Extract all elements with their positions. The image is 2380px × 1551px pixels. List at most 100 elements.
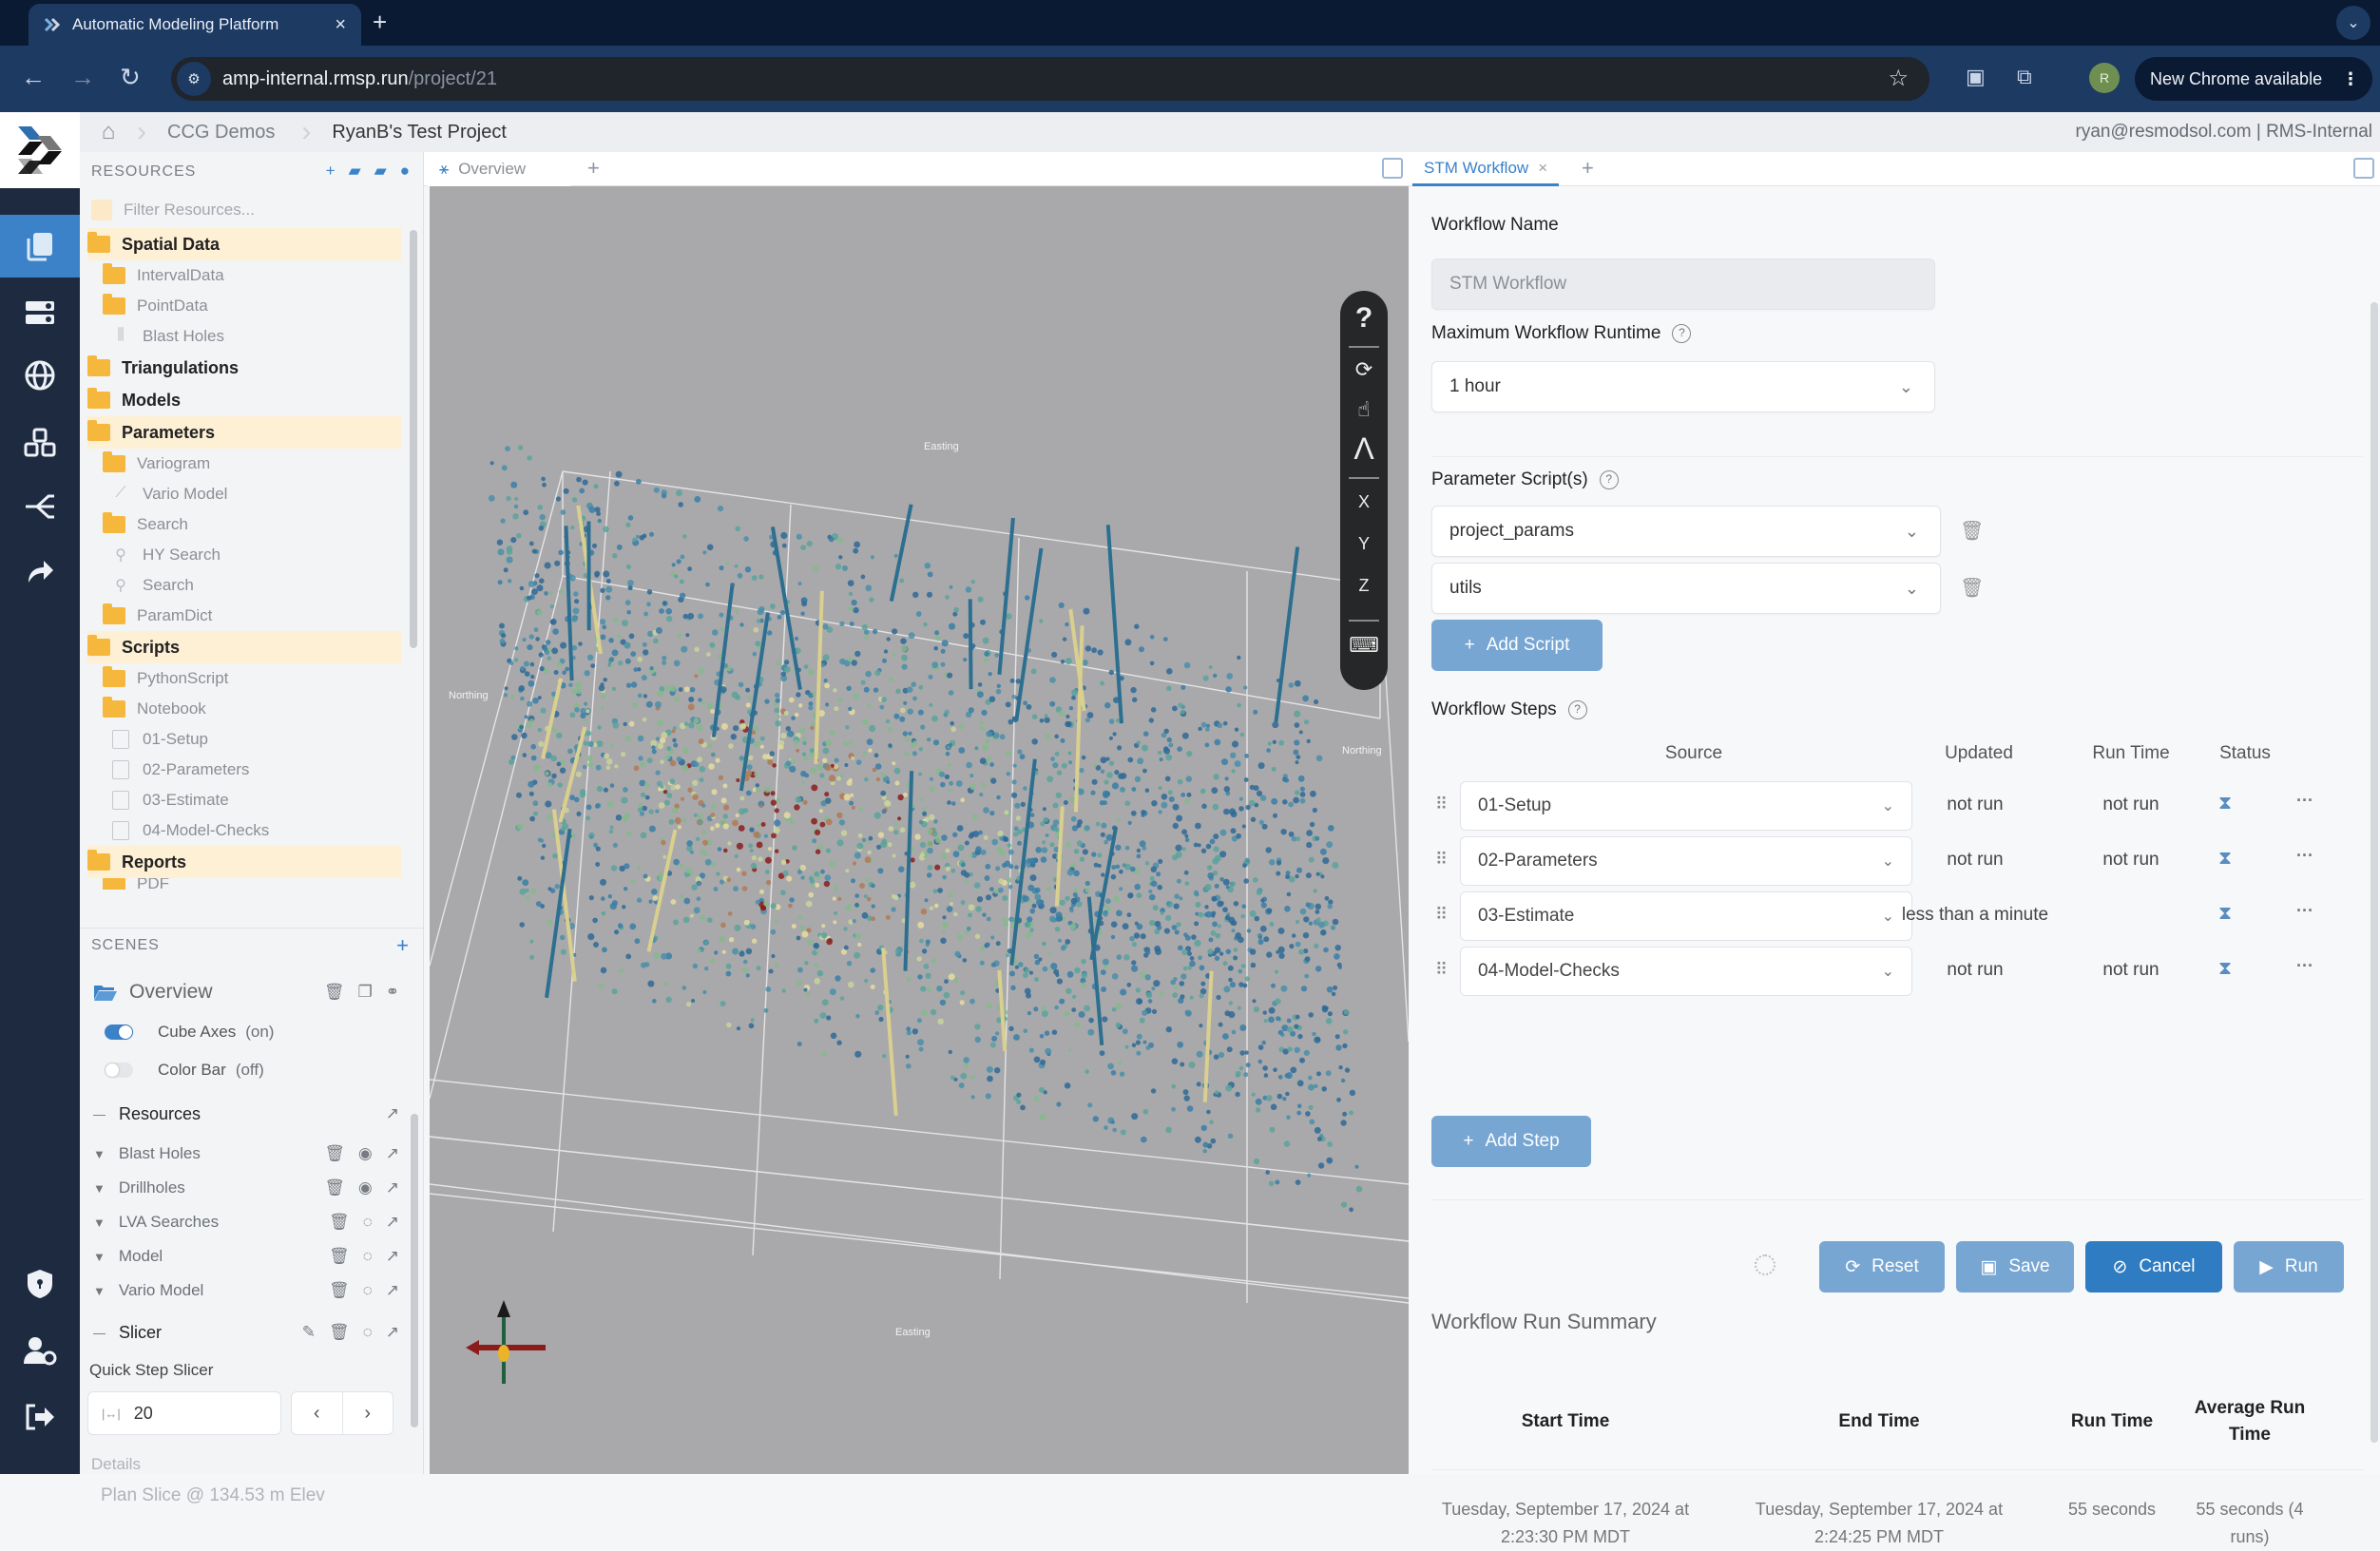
add-script-button[interactable]: +Add Script — [1431, 620, 1603, 671]
tree-item-02-parameters[interactable]: 02-Parameters — [87, 755, 401, 785]
help-button[interactable]: ? — [1340, 302, 1388, 335]
scene-resource-item[interactable]: ▼LVA Searches🗑◌↗ — [87, 1207, 399, 1237]
address-bar[interactable]: ⚙ amp-internal.rmsp.run/project/21 ☆ — [171, 57, 1929, 101]
delete-script-2-icon[interactable]: 🗑 — [1960, 576, 1984, 600]
tree-item-03-estimate[interactable]: 03-Estimate — [87, 785, 401, 815]
tree-item-hy-search[interactable]: ⚲HY Search — [87, 540, 401, 570]
color-bar-toggle[interactable] — [105, 1063, 133, 1078]
rail-share[interactable] — [0, 540, 80, 603]
tab-search-button[interactable]: ⌄ — [2336, 6, 2370, 40]
import-icon[interactable]: ● — [400, 162, 410, 181]
tree-item-notebook[interactable]: Notebook — [87, 694, 401, 724]
tree-item-spatial-data[interactable]: Spatial Data — [87, 228, 401, 260]
tree-item-pdf[interactable]: PDF — [87, 878, 401, 890]
view-z-button[interactable]: Z — [1340, 576, 1388, 596]
open-folder-icon[interactable]: ▰ — [349, 162, 361, 181]
add-viewport-tab-button[interactable]: + — [587, 156, 600, 181]
puzzle-extensions-icon[interactable]: ⧉ — [2017, 65, 2032, 89]
tree-item-pythonscript[interactable]: PythonScript — [87, 663, 401, 694]
collapse-icon[interactable]: — — [93, 1326, 106, 1340]
filter-resources-input[interactable]: Filter Resources... — [91, 196, 395, 224]
eye-hidden-icon[interactable]: ◌ — [363, 1323, 373, 1342]
cube-axes-toggle[interactable] — [105, 1024, 133, 1040]
more-options-icon[interactable]: ··· — [2296, 901, 2313, 921]
external-link-icon[interactable]: ↗ — [386, 1323, 399, 1342]
step-source-select[interactable]: 03-Estimate⌄ — [1460, 891, 1912, 941]
caret-down-icon[interactable]: ▼ — [93, 1181, 106, 1196]
external-link-icon[interactable]: ↗ — [386, 1178, 399, 1197]
caret-down-icon[interactable]: ▼ — [93, 1250, 106, 1264]
trash-icon[interactable]: 🗑 — [329, 1323, 350, 1342]
step-source-select[interactable]: 04-Model-Checks⌄ — [1460, 947, 1912, 996]
collapse-icon[interactable]: — — [93, 1107, 106, 1121]
help-circle-icon[interactable]: ? — [1600, 470, 1619, 489]
workflow-scrollbar[interactable] — [2370, 302, 2378, 1443]
rail-logout[interactable] — [0, 1386, 80, 1448]
external-link-icon[interactable]: ↗ — [386, 1213, 399, 1232]
trash-icon[interactable]: 🗑 — [324, 1178, 345, 1197]
rail-resources[interactable] — [0, 215, 80, 278]
tab-overview[interactable]: ⚹ Overview — [428, 152, 570, 186]
eye-slash-icon[interactable]: ◌ — [363, 1213, 373, 1232]
scene-resource-item[interactable]: ▼Drillholes🗑◉↗ — [87, 1173, 399, 1203]
url-text[interactable]: amp-internal.rmsp.run/project/21 — [222, 68, 497, 90]
scene-resource-item[interactable]: ▼Blast Holes🗑◉↗ — [87, 1139, 399, 1169]
forward-icon[interactable]: → — [70, 63, 95, 92]
add-step-button[interactable]: +Add Step — [1431, 1116, 1591, 1167]
view-y-button[interactable]: Y — [1340, 534, 1388, 554]
external-link-icon[interactable]: ↗ — [386, 1144, 399, 1163]
slicer-next-button[interactable]: › — [342, 1392, 393, 1434]
view-x-button[interactable]: X — [1340, 492, 1388, 512]
trash-icon[interactable]: 🗑 — [329, 1213, 350, 1232]
tree-item-pointdata[interactable]: PointData — [87, 291, 401, 321]
caret-down-icon[interactable]: ▼ — [93, 1147, 106, 1161]
tab-stm-workflow[interactable]: STM Workflow × — [1412, 152, 1559, 186]
quick-step-input[interactable]: |↔| 20 — [87, 1391, 281, 1435]
tree-item-intervaldata[interactable]: IntervalData — [87, 260, 401, 291]
breadcrumb-ccg-demos[interactable]: CCG Demos — [146, 122, 301, 144]
scene-overview[interactable]: Overview 🗑❐⚭ — [87, 975, 399, 1009]
external-link-icon[interactable]: ↗ — [386, 1281, 399, 1300]
scenes-scrollbar[interactable] — [411, 1114, 418, 1427]
slicer-header[interactable]: — Slicer ✎🗑◌↗ — [87, 1315, 399, 1350]
reset-view-icon[interactable]: ⟳ — [1340, 357, 1388, 382]
extension-icon[interactable]: ▣ — [1966, 65, 1986, 89]
step-source-select[interactable]: 01-Setup⌄ — [1460, 781, 1912, 831]
rail-data[interactable] — [0, 281, 80, 344]
rail-globe[interactable] — [0, 344, 80, 407]
layout-toggle-icon[interactable] — [1382, 158, 1403, 179]
app-logo[interactable] — [0, 112, 80, 188]
drag-handle-icon[interactable]: ⠿ — [1435, 795, 1448, 814]
tree-item-search[interactable]: Search — [87, 509, 401, 540]
add-resource-icon[interactable]: + — [326, 162, 336, 181]
caret-down-icon[interactable]: ▼ — [93, 1216, 106, 1230]
eye-slash-icon[interactable]: ◌ — [363, 1247, 373, 1266]
orientation-gizmo[interactable] — [458, 1298, 553, 1403]
back-icon[interactable]: ← — [21, 63, 46, 92]
external-link-icon[interactable]: ↗ — [386, 1247, 399, 1266]
tree-item-models[interactable]: Models — [87, 384, 401, 416]
external-link-icon[interactable]: ↗ — [386, 1104, 399, 1123]
trash-icon[interactable]: 🗑 — [324, 983, 345, 1002]
new-tab-button[interactable]: + — [373, 8, 387, 37]
tree-item-variogram[interactable]: Variogram — [87, 449, 401, 479]
drag-handle-icon[interactable]: ⠿ — [1435, 960, 1448, 980]
resources-scrollbar[interactable] — [410, 230, 417, 648]
bookmark-star-icon[interactable]: ☆ — [1888, 65, 1909, 92]
browser-tab[interactable]: Automatic Modeling Platform × — [29, 4, 361, 46]
tree-item-vario-model[interactable]: ⟋Vario Model — [87, 479, 401, 509]
3d-viewport[interactable]: Easting Northing Northing Easting ? ⟳ ☝ … — [430, 186, 1409, 1474]
rail-models[interactable] — [0, 412, 80, 475]
runtime-select[interactable]: 1 hour⌄ — [1431, 361, 1935, 412]
edit-pencil-icon[interactable]: ✎ — [302, 1323, 316, 1342]
new-chrome-available-button[interactable]: New Chrome available⋮ — [2135, 57, 2372, 101]
rail-security[interactable] — [0, 1253, 80, 1315]
scene-resource-item[interactable]: ▼Vario Model🗑◌↗ — [87, 1275, 399, 1306]
rail-workflow[interactable] — [0, 475, 80, 538]
trash-icon[interactable]: 🗑 — [324, 1144, 345, 1163]
pick-cursor-icon[interactable]: ☝ — [1340, 397, 1388, 422]
trash-icon[interactable]: 🗑 — [329, 1247, 350, 1266]
tree-item-blast-holes[interactable]: ⫼Blast Holes — [87, 321, 401, 352]
more-options-icon[interactable]: ··· — [2296, 791, 2313, 811]
tree-item-reports[interactable]: Reports — [87, 846, 401, 878]
